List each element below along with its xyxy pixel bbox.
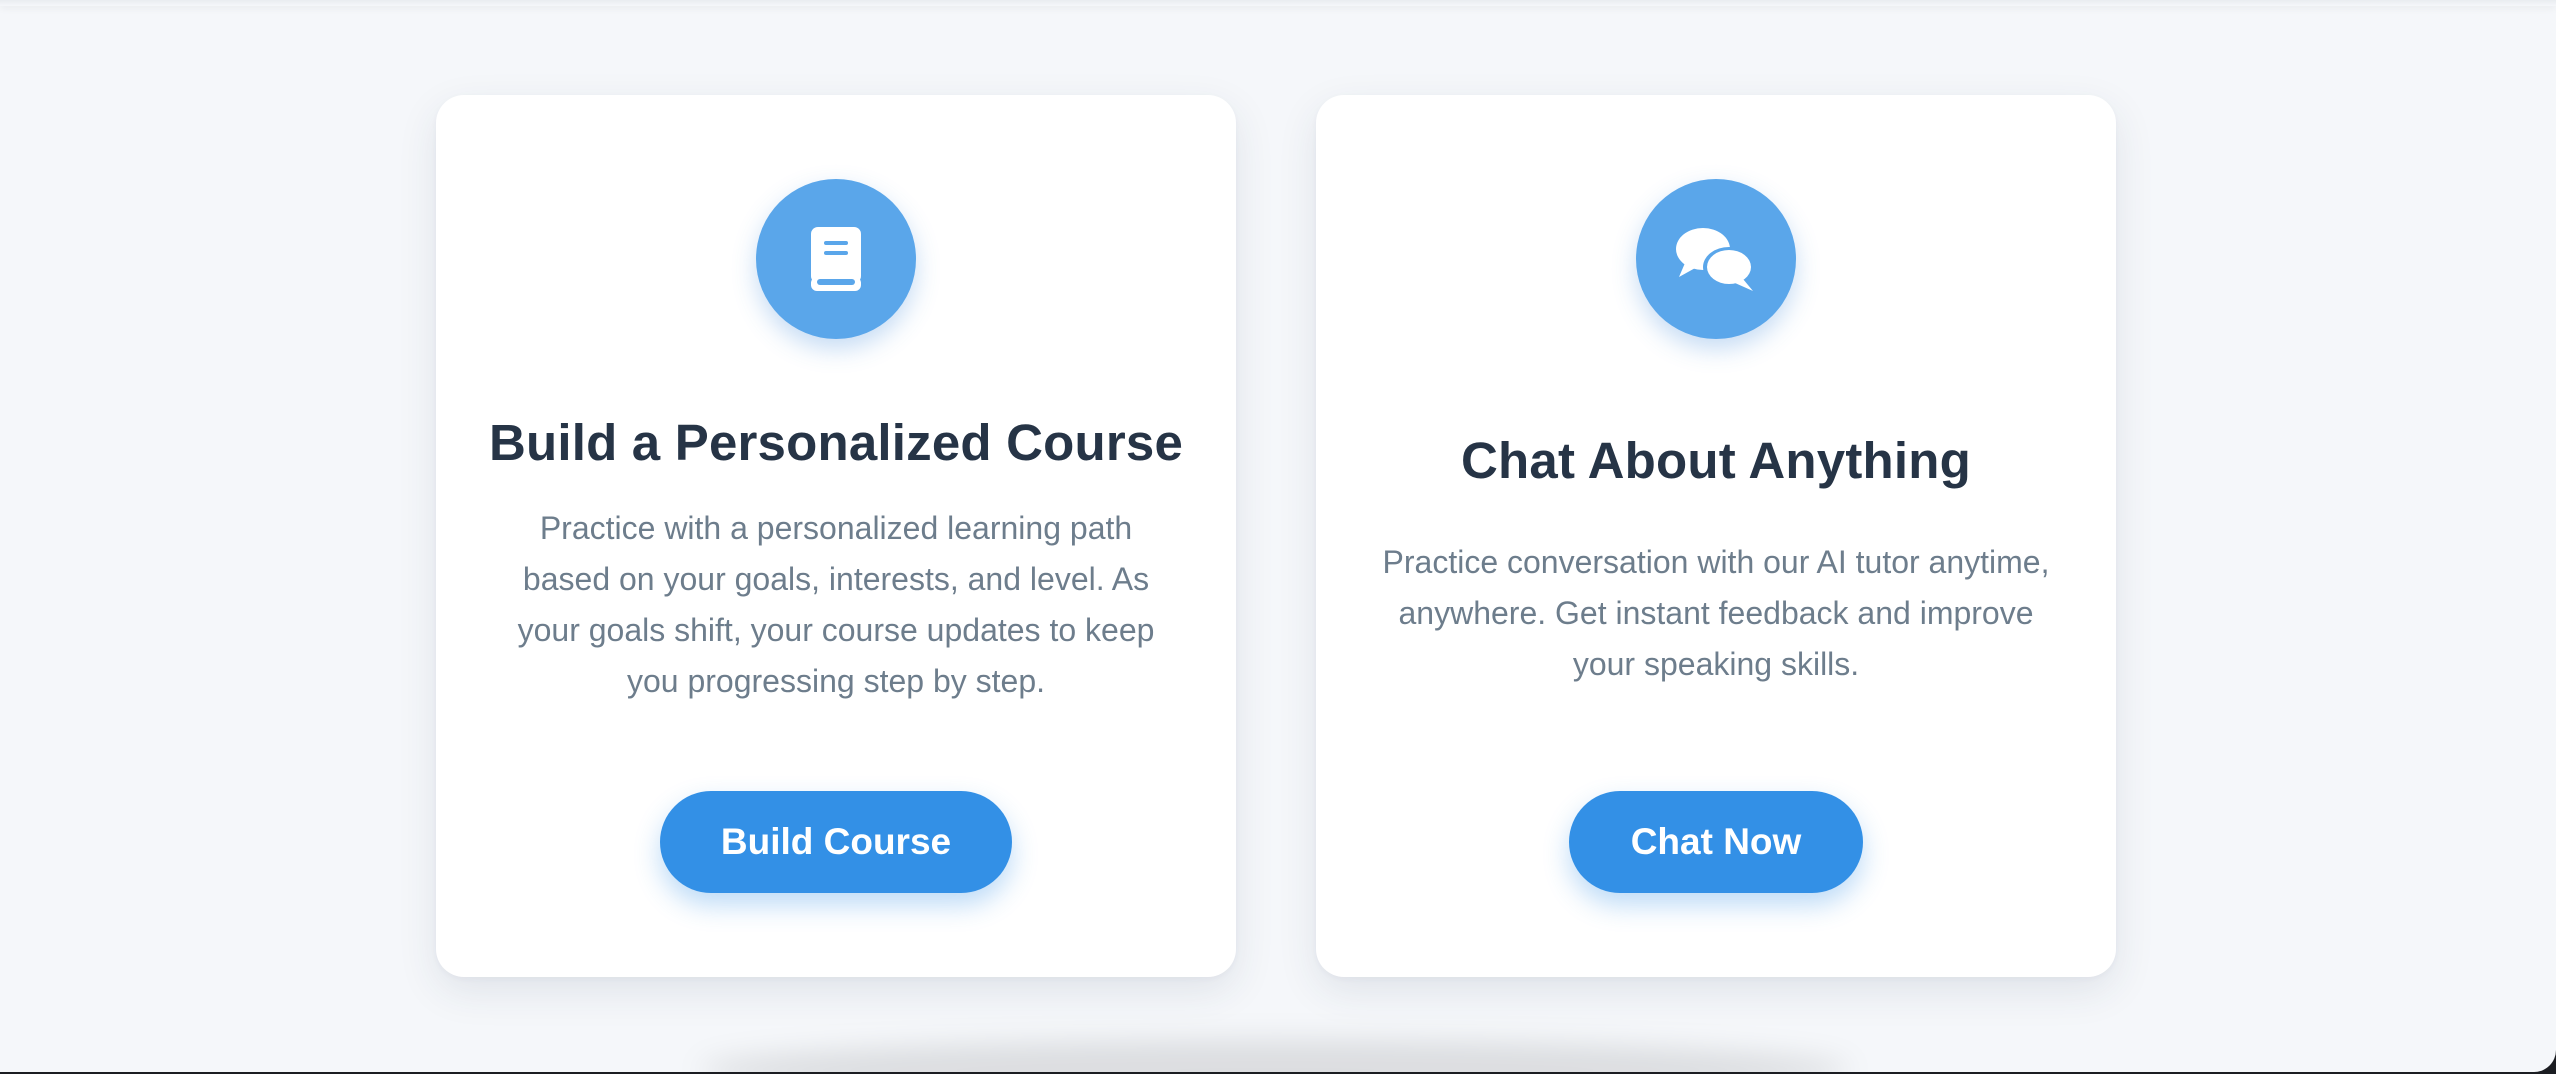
card-title: Build a Personalized Course — [488, 414, 1184, 471]
app-frame: Build a Personalized Course Practice wit… — [0, 0, 2556, 1072]
build-course-card: Build a Personalized Course Practice wit… — [436, 95, 1236, 977]
card-title: Chat About Anything — [1461, 432, 1971, 489]
bottom-shadow — [700, 1040, 1850, 1072]
chat-card: Chat About Anything Practice conversatio… — [1316, 95, 2116, 977]
top-bar-edge — [0, 0, 2556, 6]
card-description: Practice conversation with our AI tutor … — [1382, 544, 2050, 682]
book-icon — [756, 179, 916, 339]
build-course-button[interactable]: Build Course — [660, 791, 1012, 893]
card-description: Practice with a personalized learning pa… — [517, 510, 1155, 699]
chat-bubbles-icon — [1636, 179, 1796, 339]
chat-now-button[interactable]: Chat Now — [1569, 791, 1863, 893]
